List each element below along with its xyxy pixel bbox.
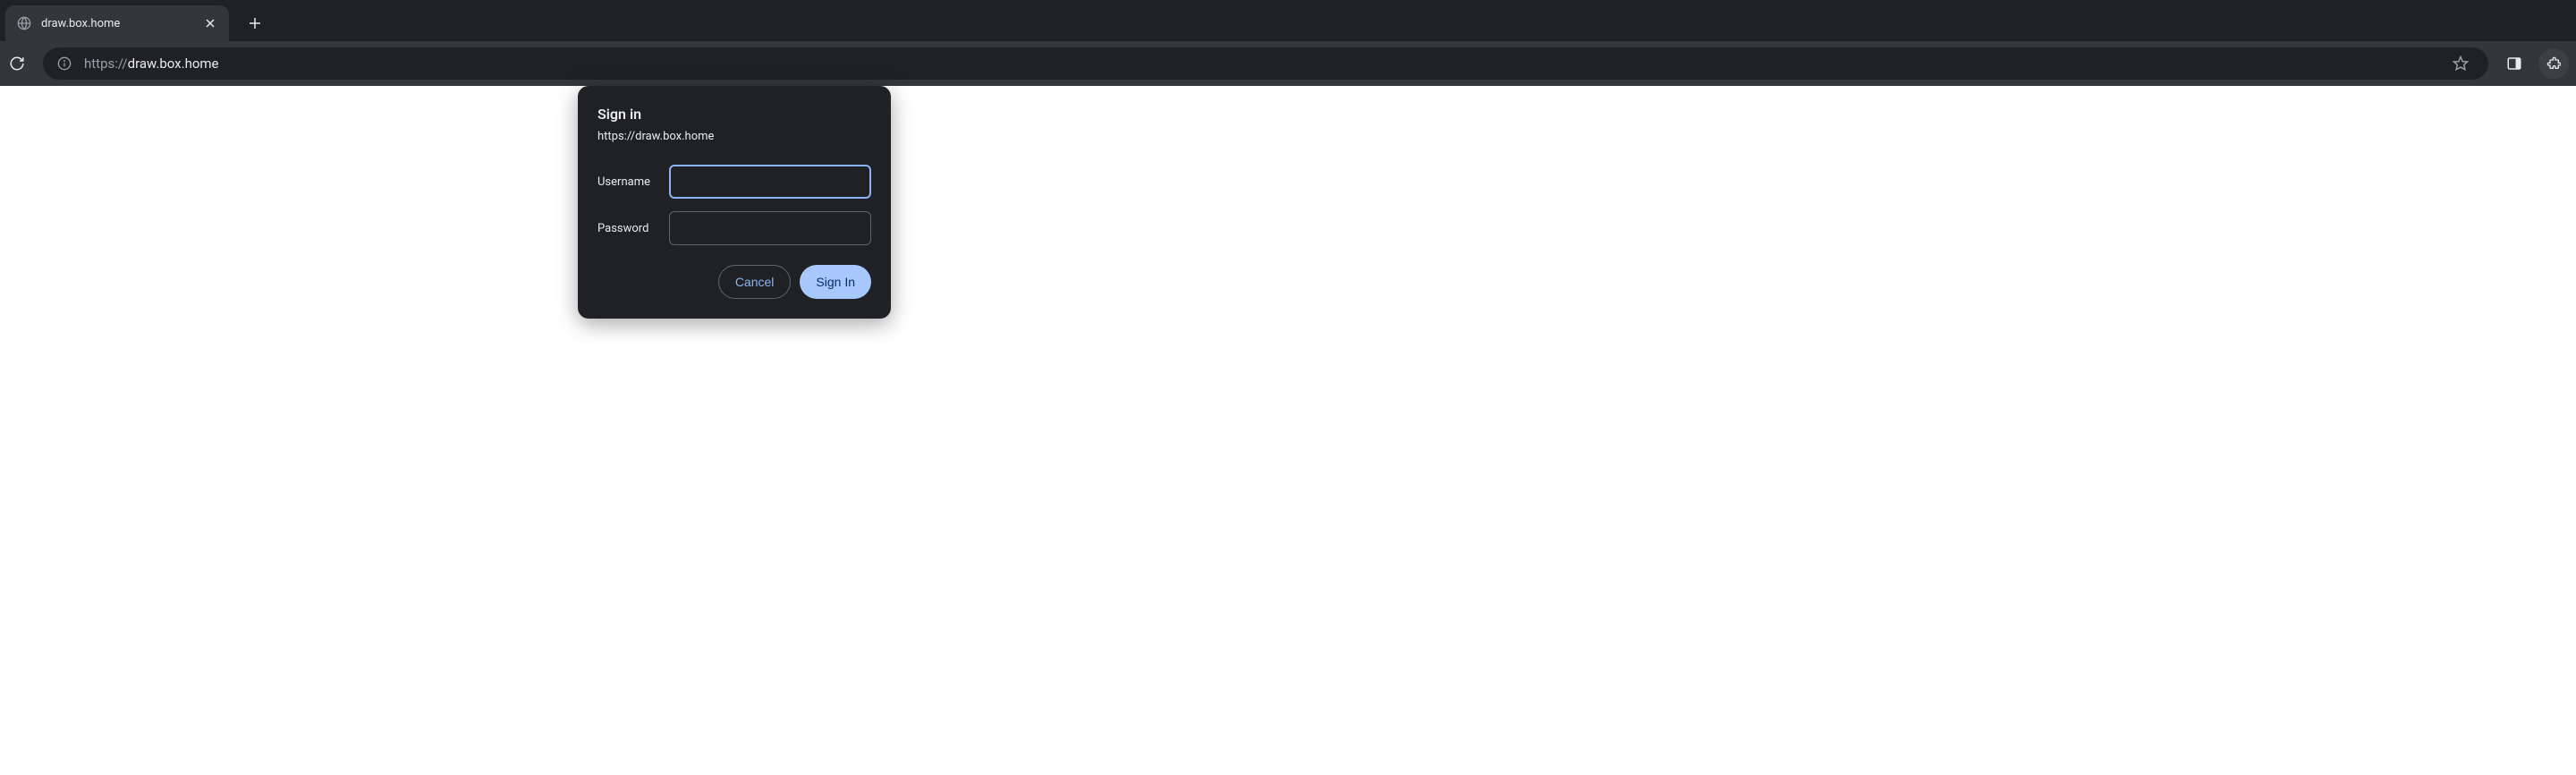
toolbar-right — [2499, 48, 2569, 79]
reload-button[interactable] — [2, 48, 32, 79]
auth-dialog: Sign in https://draw.box.home Username P… — [578, 86, 891, 319]
site-info-icon[interactable] — [55, 55, 73, 72]
toolbar: https://draw.box.home — [0, 41, 2576, 86]
globe-icon — [16, 15, 32, 31]
extensions-button[interactable] — [2538, 48, 2569, 79]
tab-strip: draw.box.home — [0, 0, 2576, 41]
dialog-origin: https://draw.box.home — [597, 130, 871, 143]
url-host: draw.box.home — [128, 55, 219, 72]
close-tab-button[interactable] — [202, 15, 218, 31]
url-scheme: https:// — [84, 55, 128, 72]
browser-tab[interactable]: draw.box.home — [5, 5, 229, 41]
signin-button[interactable]: Sign In — [800, 265, 871, 299]
password-input[interactable] — [669, 211, 871, 245]
bookmark-star-icon[interactable] — [2445, 48, 2476, 79]
username-label: Username — [597, 175, 669, 189]
password-label: Password — [597, 222, 669, 235]
new-tab-button[interactable] — [242, 10, 268, 37]
dialog-buttons: Cancel Sign In — [597, 265, 871, 299]
password-row: Password — [597, 211, 871, 245]
address-bar[interactable]: https://draw.box.home — [43, 47, 2488, 80]
cancel-button[interactable]: Cancel — [718, 265, 792, 299]
dialog-title: Sign in — [597, 106, 871, 123]
url-text: https://draw.box.home — [84, 55, 2435, 72]
page-content: Sign in https://draw.box.home Username P… — [0, 86, 2576, 775]
username-row: Username — [597, 165, 871, 199]
tab-title: draw.box.home — [41, 17, 202, 30]
username-input[interactable] — [669, 165, 871, 199]
browser-chrome: draw.box.home — [0, 0, 2576, 86]
side-panel-icon[interactable] — [2499, 48, 2529, 79]
